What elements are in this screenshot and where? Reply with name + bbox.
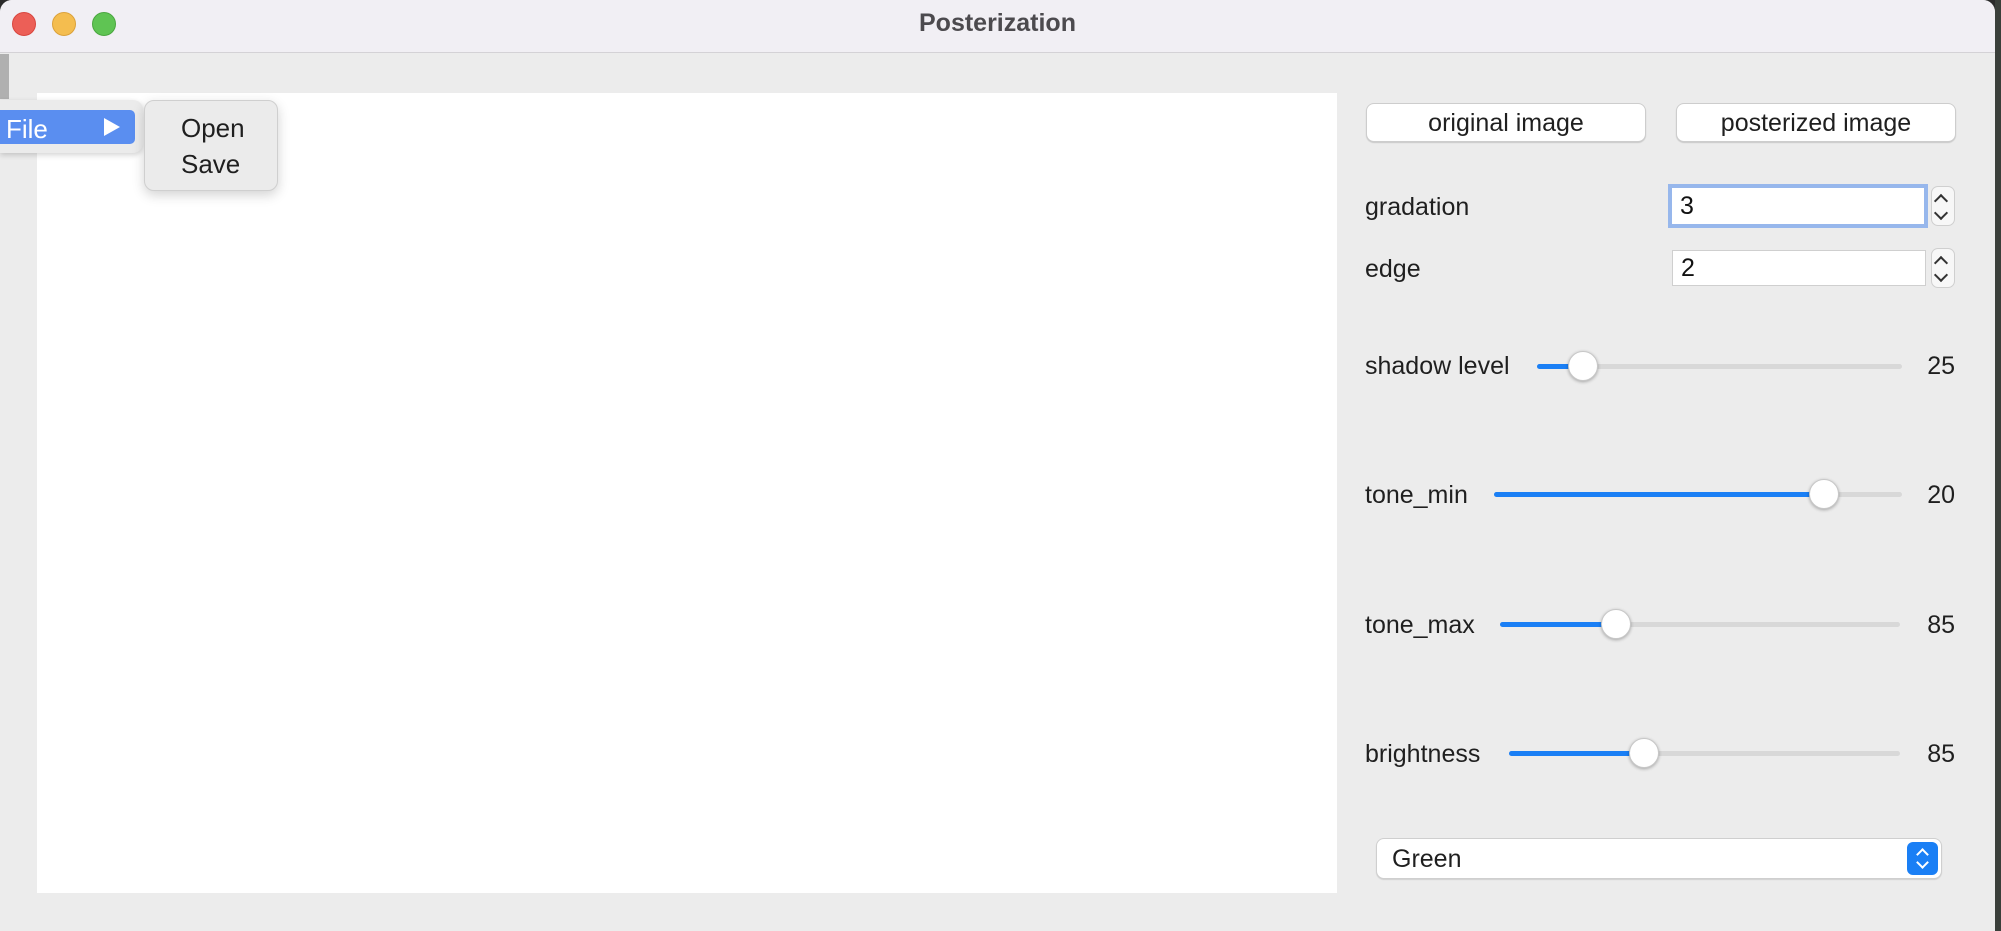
tone-min-label: tone_min (1365, 481, 1468, 509)
context-menu: File (0, 100, 143, 153)
chevron-down-icon (1933, 267, 1949, 283)
slider-fill (1494, 492, 1825, 497)
chevron-down-icon (1916, 856, 1929, 869)
menu-edge (0, 54, 9, 99)
slider-knob[interactable] (1809, 479, 1840, 509)
brightness-label: brightness (1365, 740, 1481, 768)
gradation-input[interactable]: 3 (1668, 184, 1928, 228)
image-canvas[interactable] (37, 93, 1337, 893)
select-arrows-icon (1907, 842, 1938, 875)
channel-select-value: Green (1392, 845, 1462, 873)
desktop-background (1995, 0, 2001, 931)
posterized-image-button[interactable]: posterized image (1676, 103, 1956, 142)
app-window: Posterization File Open Save original im… (0, 0, 1995, 931)
title-bar: Posterization (0, 0, 1995, 53)
window-title: Posterization (919, 9, 1076, 37)
menu-item-open[interactable]: Open (181, 113, 245, 144)
chevron-down-icon (1933, 205, 1949, 221)
shadow-level-label: shadow level (1365, 352, 1510, 380)
tone-max-slider[interactable] (1500, 609, 1900, 639)
tone-min-value: 20 (1927, 481, 1955, 509)
brightness-slider[interactable] (1509, 738, 1900, 768)
channel-select[interactable]: Green (1376, 838, 1942, 879)
slider-fill (1500, 622, 1616, 627)
tone-max-label: tone_max (1365, 611, 1475, 639)
gradation-stepper[interactable] (1931, 186, 1955, 226)
edge-label: edge (1365, 255, 1421, 283)
slider-knob[interactable] (1567, 351, 1598, 381)
gradation-label: gradation (1365, 193, 1470, 221)
slider-fill (1509, 751, 1644, 756)
shadow-level-slider[interactable] (1537, 351, 1902, 381)
edge-stepper[interactable] (1931, 248, 1955, 288)
file-submenu: Open Save (144, 100, 278, 191)
slider-knob[interactable] (1628, 738, 1659, 768)
submenu-arrow-icon (104, 118, 120, 136)
edge-input[interactable]: 2 (1672, 250, 1926, 286)
menu-item-file-label: File (6, 114, 48, 144)
brightness-value: 85 (1927, 740, 1955, 768)
slider-knob[interactable] (1601, 609, 1631, 639)
menu-item-save[interactable]: Save (181, 149, 240, 180)
shadow-level-value: 25 (1927, 352, 1955, 380)
tone-min-slider[interactable] (1494, 479, 1902, 509)
original-image-button[interactable]: original image (1366, 103, 1646, 142)
tone-max-value: 85 (1927, 611, 1955, 639)
